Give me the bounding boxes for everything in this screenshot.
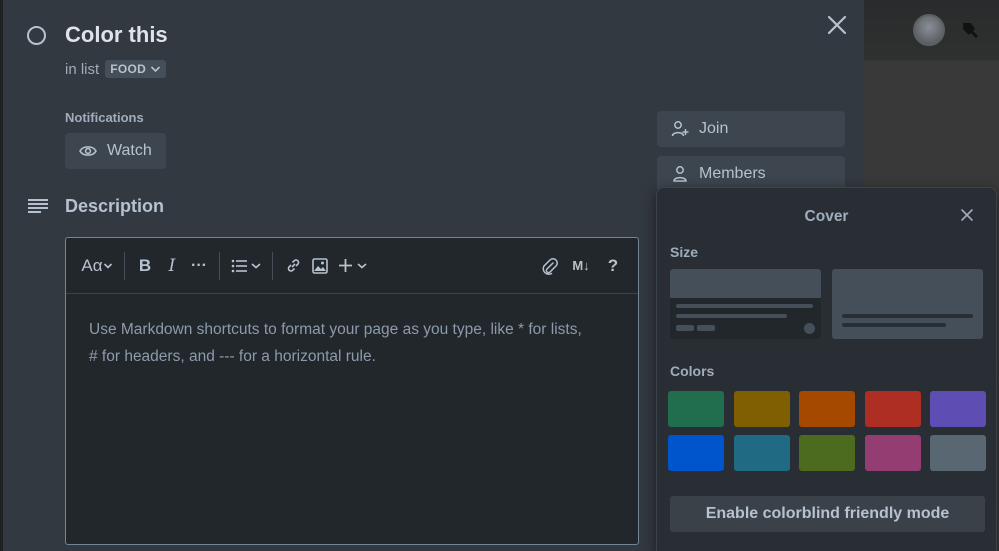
chevron-down-icon <box>250 262 261 269</box>
notifications-label: Notifications <box>65 110 144 125</box>
plus-icon <box>339 259 352 272</box>
link-icon[interactable] <box>279 251 307 281</box>
editor-placeholder[interactable]: Use Markdown shortcuts to format your pa… <box>66 294 638 392</box>
color-swatch[interactable] <box>930 435 986 471</box>
markdown-toggle[interactable]: M↓ <box>564 251 598 281</box>
card-title[interactable]: Color this <box>65 22 168 48</box>
size-option-full[interactable] <box>832 269 983 339</box>
help-button[interactable]: ? <box>598 251 628 281</box>
list-name: FOOD <box>110 62 147 76</box>
size-option-attached[interactable] <box>670 269 821 339</box>
text-style-dropdown[interactable]: Aα <box>76 251 118 281</box>
preview-line <box>676 314 787 318</box>
chevron-down-icon <box>103 262 112 269</box>
chevron-down-icon <box>150 66 161 73</box>
toolbar-divider <box>124 251 125 280</box>
watch-label: Watch <box>107 142 152 159</box>
size-label: Size <box>670 244 699 260</box>
close-icon[interactable] <box>823 14 851 42</box>
chevron-down-icon <box>357 262 367 269</box>
join-label: Join <box>699 120 729 137</box>
list-dropdown[interactable] <box>226 251 266 281</box>
color-swatch[interactable] <box>864 391 921 427</box>
italic-button[interactable]: I <box>159 251 185 281</box>
text-style-label: Aα <box>81 255 103 275</box>
colorblind-mode-button[interactable]: Enable colorblind friendly mode <box>670 496 985 532</box>
cover-preview-bar <box>670 269 821 298</box>
close-icon[interactable] <box>960 206 974 226</box>
toolbar-divider <box>272 251 273 280</box>
color-swatch[interactable] <box>668 391 724 427</box>
more-formatting-button[interactable]: ··· <box>185 251 213 281</box>
preview-chip <box>676 325 694 331</box>
popover-title: Cover <box>804 208 849 225</box>
person-icon <box>673 166 687 182</box>
color-swatch[interactable] <box>864 435 921 471</box>
description-editor[interactable]: Aα B I ··· M↓ ? Use Markdown shortcuts t… <box>65 237 639 545</box>
pin-icon[interactable] <box>958 19 980 41</box>
avatar[interactable] <box>913 14 945 46</box>
editor-toolbar: Aα B I ··· M↓ ? <box>66 238 638 294</box>
preview-line <box>842 323 946 327</box>
eye-icon <box>79 146 97 156</box>
join-button[interactable]: Join <box>657 111 845 147</box>
circle-icon[interactable] <box>27 26 46 45</box>
preview-chip <box>697 325 715 331</box>
preview-avatar <box>804 323 815 334</box>
color-swatch[interactable] <box>930 391 986 427</box>
preview-line <box>842 314 973 318</box>
colors-label: Colors <box>670 363 715 379</box>
bold-button[interactable]: B <box>131 251 159 281</box>
in-list-label: in list <box>65 60 100 78</box>
members-label: Members <box>699 165 766 182</box>
placeholder-line: # for headers, and --- for a horizontal … <box>89 348 376 365</box>
text-lines-icon <box>28 199 48 213</box>
list-selector[interactable]: FOOD <box>105 60 167 78</box>
color-swatch[interactable] <box>668 435 724 471</box>
toolbar-divider <box>219 251 220 280</box>
watch-button[interactable]: Watch <box>65 133 166 169</box>
cover-popover: Cover Size Colors Enable colorblind frie… <box>656 187 997 551</box>
preview-line <box>676 304 813 308</box>
image-icon[interactable] <box>307 251 333 281</box>
placeholder-line: Use Markdown shortcuts to format your pa… <box>89 321 582 338</box>
bullet-list-icon <box>231 259 247 272</box>
color-swatch[interactable] <box>733 435 790 471</box>
description-heading: Description <box>65 196 165 216</box>
color-swatch[interactable] <box>733 391 790 427</box>
person-add-icon <box>671 121 689 137</box>
paperclip-icon[interactable] <box>534 251 564 281</box>
list-info: in list FOOD <box>65 60 167 78</box>
insert-dropdown[interactable] <box>333 251 373 281</box>
color-swatch[interactable] <box>799 391 855 427</box>
color-swatch[interactable] <box>799 435 855 471</box>
